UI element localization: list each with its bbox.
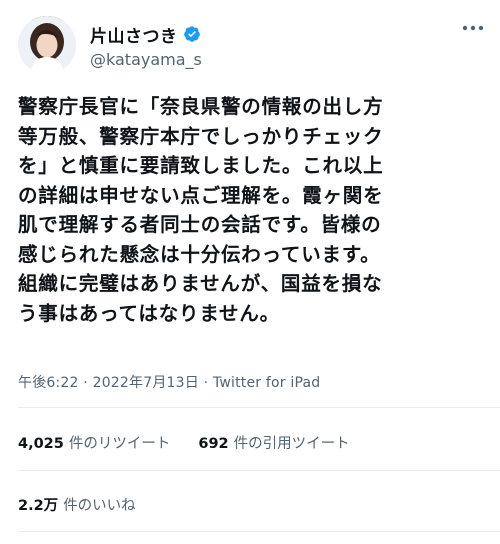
quotes-label: 件の引用ツイート <box>233 436 350 452</box>
stats-row-retweets: 4,025 件のリツイート 692 件の引用ツイート <box>18 432 378 453</box>
more-icon <box>462 25 484 31</box>
verified-badge-icon <box>183 25 201 43</box>
retweets-label: 件のリツイート <box>68 436 171 452</box>
avatar[interactable] <box>18 16 76 74</box>
user-info[interactable]: 片山さつき @katayama_s <box>90 22 202 69</box>
more-button[interactable] <box>460 18 486 38</box>
tweet-time[interactable]: 午後6:22 <box>18 375 79 391</box>
tweet-text: 警察庁長官に「奈良県警の情報の出し方 等万般、警察庁本庁でしっかりチェック を」… <box>18 95 384 325</box>
retweets-stat[interactable]: 4,025 件のリツイート <box>18 432 170 453</box>
retweets-count: 4,025 <box>18 436 64 452</box>
stats-row-likes: 2.2万 件のいいね <box>18 494 164 515</box>
tweet-card: 片山さつき @katayama_s 警察庁長官に「奈良県警の情報の出し方 等万般… <box>0 0 500 544</box>
tweet-header: 片山さつき @katayama_s <box>18 14 202 76</box>
quotes-count: 692 <box>198 436 229 452</box>
likes-stat[interactable]: 2.2万 件のいいね <box>18 494 136 515</box>
tweet-meta: 午後6:22 · 2022年7月13日 · Twitter for iPad <box>18 372 320 392</box>
tweet-date[interactable]: 2022年7月13日 <box>93 375 199 391</box>
meta-separator-2: · <box>198 375 213 391</box>
user-handle[interactable]: @katayama_s <box>90 50 202 69</box>
likes-label: 件のいいね <box>63 498 136 514</box>
divider <box>18 531 500 532</box>
divider <box>18 407 500 408</box>
tweet-source[interactable]: Twitter for iPad <box>213 375 320 391</box>
avatar-image <box>18 16 76 74</box>
display-name[interactable]: 片山さつき <box>90 22 178 47</box>
quotes-stat[interactable]: 692 件の引用ツイート <box>198 432 349 453</box>
divider <box>18 470 500 471</box>
name-row: 片山さつき <box>90 22 202 47</box>
meta-separator: · <box>78 375 93 391</box>
likes-count: 2.2万 <box>18 498 59 514</box>
